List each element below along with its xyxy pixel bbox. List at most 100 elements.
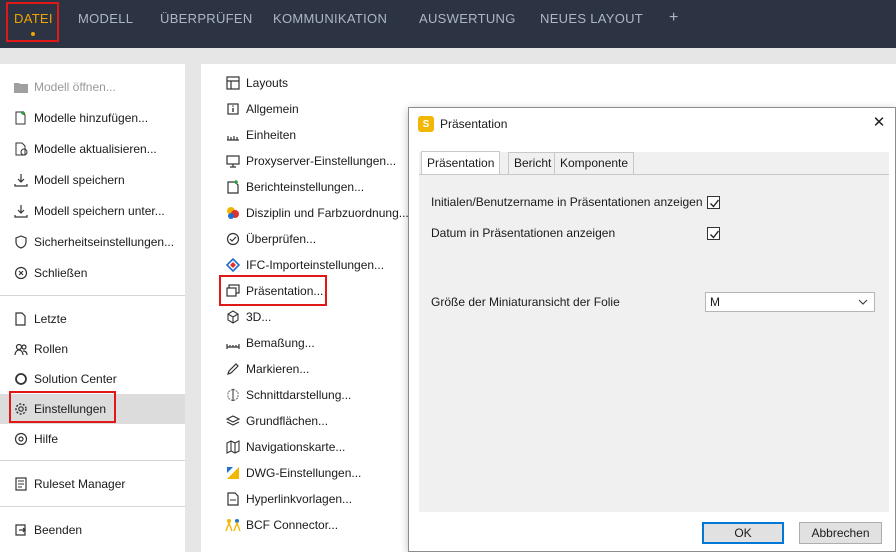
help-icon	[14, 432, 28, 446]
map-icon	[225, 439, 241, 455]
sidebar-item-solution-center[interactable]: Solution Center	[0, 365, 185, 393]
sidebar-item-modell-speichern-unter[interactable]: Modell speichern unter...	[0, 197, 185, 225]
settings-item-label: Markieren...	[246, 362, 310, 376]
add-tab-button[interactable]: +	[669, 9, 678, 27]
praesentation-dialog: S Präsentation ✕ Präsentation Bericht Ko…	[408, 107, 896, 552]
close-icon[interactable]: ✕	[871, 115, 887, 131]
tab-ueberpruefen[interactable]: ÜBERPRÜFEN	[160, 0, 253, 40]
ruler-icon	[225, 127, 241, 143]
layers-icon	[225, 413, 241, 429]
settings-item-label: Allgemein	[246, 102, 299, 116]
checkbox-initialen[interactable]	[707, 196, 720, 209]
proxy-icon	[225, 153, 241, 169]
sidebar-item-letzte[interactable]: Letzte	[0, 305, 185, 333]
sidebar-item-modelle-aktualisieren[interactable]: Modelle aktualisieren...	[0, 135, 185, 163]
top-menu-bar: DATEI MODELL ÜBERPRÜFEN KOMMUNIKATION AU…	[0, 0, 896, 48]
info-icon	[225, 101, 241, 117]
settings-item-label: IFC-Importeinstellungen...	[246, 258, 385, 272]
tab-panel: Initialen/Benutzername in Präsentationen…	[419, 174, 889, 512]
select-value: M	[710, 295, 720, 309]
option-label-miniaturansicht: Größe der Miniaturansicht der Folie	[431, 295, 620, 309]
settings-item-navigationskarte[interactable]: Navigationskarte...	[225, 435, 345, 459]
settings-item-bemassung[interactable]: Bemaßung...	[225, 331, 315, 355]
settings-item-grundflaechen[interactable]: Grundflächen...	[225, 409, 328, 433]
dimension-icon	[225, 335, 241, 351]
settings-item-ueberpruefen[interactable]: Überprüfen...	[225, 227, 316, 251]
settings-item-dwg[interactable]: DWG-Einstellungen...	[225, 461, 361, 485]
add-file-icon	[14, 111, 28, 125]
settings-item-label: Disziplin und Farbzuordnung...	[246, 206, 409, 220]
ok-button[interactable]: OK	[702, 522, 784, 544]
dialog-body: Präsentation Bericht Komponente Initiale…	[419, 151, 889, 512]
settings-item-label: Grundflächen...	[246, 414, 329, 428]
sidebar-item-label: Hilfe	[34, 432, 59, 446]
sidebar-item-beenden[interactable]: Beenden	[0, 516, 185, 544]
tab-komponente[interactable]: Komponente	[554, 152, 635, 174]
settings-item-label: Proxyserver-Einstellungen...	[246, 154, 397, 168]
settings-item-label: Layouts	[246, 76, 289, 90]
dialog-title: Präsentation	[440, 117, 508, 131]
settings-item-hyperlinkvorlagen[interactable]: Hyperlinkvorlagen...	[225, 487, 352, 511]
file-menu-sidebar: Modell öffnen... Modelle hinzufügen... M…	[0, 64, 185, 552]
thumbnail-size-select[interactable]: M	[705, 292, 875, 312]
sidebar-item-label: Modelle hinzufügen...	[34, 111, 149, 125]
settings-item-markieren[interactable]: Markieren...	[225, 357, 309, 381]
settings-item-disziplin-farbzuordnung[interactable]: Disziplin und Farbzuordnung...	[225, 201, 409, 225]
refresh-file-icon	[14, 142, 28, 156]
settings-item-label: Einheiten	[246, 128, 297, 142]
tab-neues-layout[interactable]: NEUES LAYOUT	[540, 0, 643, 40]
sidebar-item-label: Schließen	[34, 266, 88, 280]
roles-icon	[14, 342, 28, 356]
settings-item-label: Überprüfen...	[246, 232, 317, 246]
sidebar-item-modell-speichern[interactable]: Modell speichern	[0, 166, 185, 194]
settings-item-berichteinstellungen[interactable]: Berichteinstellungen...	[225, 175, 364, 199]
settings-item-3d[interactable]: 3D...	[225, 305, 271, 329]
settings-item-proxyserver[interactable]: Proxyserver-Einstellungen...	[225, 149, 396, 173]
cancel-button[interactable]: Abbrechen	[799, 522, 882, 544]
checkmark-icon	[710, 199, 720, 208]
sidebar-item-hilfe[interactable]: Hilfe	[0, 425, 185, 453]
sidebar-item-rollen[interactable]: Rollen	[0, 335, 185, 363]
download-icon	[14, 173, 28, 187]
tab-praesentation[interactable]: Präsentation	[421, 151, 501, 175]
checkbox-datum[interactable]	[707, 227, 720, 240]
dialog-title-bar: S Präsentation ✕	[409, 108, 895, 140]
sidebar-item-sicherheitseinstellungen[interactable]: Sicherheitseinstellungen...	[0, 228, 185, 256]
sidebar-item-label: Modell speichern	[34, 173, 125, 187]
settings-item-allgemein[interactable]: Allgemein	[225, 97, 299, 121]
settings-item-schnittdarstellung[interactable]: Schnittdarstellung...	[225, 383, 351, 407]
settings-item-einheiten[interactable]: Einheiten	[225, 123, 296, 147]
section-icon	[225, 387, 241, 403]
layout-icon	[225, 75, 241, 91]
option-label-datum: Datum in Präsentationen anzeigen	[431, 226, 616, 240]
sidebar-item-schliessen[interactable]: Schließen	[0, 259, 185, 287]
settings-item-bcf-connector[interactable]: BCF Connector...	[225, 513, 338, 537]
tab-modell[interactable]: MODELL	[78, 0, 133, 40]
settings-item-ifc-import[interactable]: IFC-Importeinstellungen...	[225, 253, 384, 277]
sidebar-item-label: Sicherheitseinstellungen...	[34, 235, 175, 249]
recent-file-icon	[14, 312, 28, 326]
sidebar-item-modell-oeffnen[interactable]: Modell öffnen...	[0, 73, 185, 101]
checkmark-icon	[710, 230, 720, 239]
circle-icon	[14, 372, 28, 386]
folder-icon	[14, 80, 28, 94]
sidebar-divider	[0, 506, 185, 507]
tab-auswertung[interactable]: AUSWERTUNG	[419, 0, 516, 40]
tab-bericht[interactable]: Bericht	[508, 152, 558, 174]
ifc-icon	[225, 257, 241, 273]
sidebar-item-ruleset-manager[interactable]: Ruleset Manager	[0, 470, 185, 498]
sidebar-item-label: Modell öffnen...	[34, 80, 116, 94]
app-logo-icon: S	[418, 116, 434, 132]
sidebar-item-label: Modelle aktualisieren...	[34, 142, 157, 156]
sidebar-item-label: Solution Center	[34, 372, 117, 386]
exit-icon	[14, 523, 28, 537]
settings-item-label: Hyperlinkvorlagen...	[246, 492, 353, 506]
report-icon	[225, 179, 241, 195]
option-label-initialen: Initialen/Benutzername in Präsentationen…	[431, 195, 703, 209]
tab-kommunikation[interactable]: KOMMUNIKATION	[273, 0, 387, 40]
sidebar-item-label: Rollen	[34, 342, 69, 356]
highlight-box-datei	[6, 2, 59, 42]
settings-item-layouts[interactable]: Layouts	[225, 71, 288, 95]
sidebar-item-modelle-hinzufuegen[interactable]: Modelle hinzufügen...	[0, 104, 185, 132]
highlight-box-praesentation	[219, 275, 327, 306]
